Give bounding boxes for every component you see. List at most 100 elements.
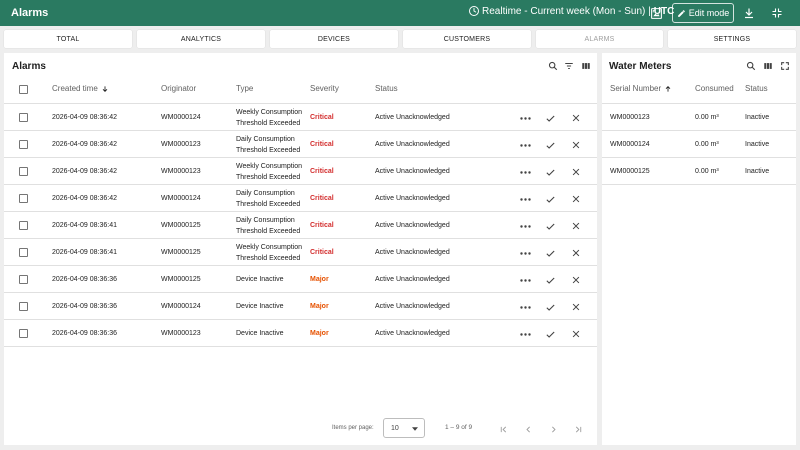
download-icon[interactable]	[741, 5, 757, 21]
first-page-icon[interactable]	[497, 423, 509, 435]
previous-page-icon[interactable]	[522, 423, 534, 435]
timewindow-label: Realtime - Current week (Mon - Sun) |	[482, 5, 651, 17]
clear-close-icon[interactable]	[569, 111, 583, 125]
row-checkbox[interactable]	[19, 167, 28, 176]
timewindow-selector[interactable]: Realtime - Current week (Mon - Sun) | UT…	[468, 5, 674, 17]
table-row[interactable]: WM0000124 0.00 m³ Inactive	[602, 131, 796, 158]
search-icon[interactable]	[745, 60, 757, 72]
water-meters-panel: Water Meters Serial Number Consumed Stat…	[602, 53, 796, 445]
cell-severity: Major	[310, 330, 329, 337]
table-row[interactable]: 2026-04-09 08:36:36 WM0000123 Device Inact…	[4, 320, 597, 347]
column-header-created-time[interactable]: Created time	[52, 84, 109, 93]
clear-close-icon[interactable]	[569, 246, 583, 260]
edit-mode-button[interactable]: Edit mode	[672, 3, 734, 23]
clear-close-icon[interactable]	[569, 219, 583, 233]
cell-status: Active Unacknowledged	[375, 168, 450, 175]
more-options-icon[interactable]	[518, 327, 532, 341]
filter-icon[interactable]	[563, 60, 575, 72]
table-row[interactable]: 2026-04-09 08:36:42 WM0000124 Daily Consum…	[4, 185, 597, 212]
column-label-created-time: Created time	[52, 84, 98, 93]
row-checkbox[interactable]	[19, 194, 28, 203]
tab-total[interactable]: TOTAL	[4, 30, 132, 48]
pagination-range: 1 – 9 of 9	[445, 424, 473, 431]
tab-devices[interactable]: DEVICES	[270, 30, 398, 48]
more-options-icon[interactable]	[518, 192, 532, 206]
acknowledge-check-icon[interactable]	[543, 273, 557, 287]
select-all-checkbox[interactable]	[19, 85, 28, 94]
acknowledge-check-icon[interactable]	[543, 165, 557, 179]
more-options-icon[interactable]	[518, 219, 532, 233]
cell-severity: Major	[310, 303, 329, 310]
cell-created-time: 2026-04-09 08:36:42	[52, 114, 117, 121]
more-options-icon[interactable]	[518, 273, 532, 287]
table-row[interactable]: 2026-04-09 08:36:42 WM0000123 Weekly Consu…	[4, 158, 597, 185]
clear-close-icon[interactable]	[569, 192, 583, 206]
more-options-icon[interactable]	[518, 165, 532, 179]
columns-icon[interactable]	[580, 60, 592, 72]
table-row[interactable]: 2026-04-09 08:36:36 WM0000124 Device Inact…	[4, 293, 597, 320]
row-checkbox[interactable]	[19, 248, 28, 257]
search-icon[interactable]	[547, 60, 559, 72]
table-row[interactable]: 2026-04-09 08:36:41 WM0000125 Daily Consum…	[4, 212, 597, 239]
column-header-type[interactable]: Type	[236, 84, 253, 93]
clear-close-icon[interactable]	[569, 138, 583, 152]
table-row[interactable]: 2026-04-09 08:36:42 WM0000124 Weekly Consu…	[4, 104, 597, 131]
next-page-icon[interactable]	[547, 423, 559, 435]
clear-close-icon[interactable]	[569, 300, 583, 314]
cell-status: Inactive	[745, 114, 770, 121]
clear-close-icon[interactable]	[569, 165, 583, 179]
cell-originator: WM0000123	[161, 330, 201, 337]
table-row[interactable]: 2026-04-09 08:36:36 WM0000125 Device Inact…	[4, 266, 597, 293]
acknowledge-check-icon[interactable]	[543, 219, 557, 233]
cell-status: Active Unacknowledged	[375, 195, 450, 202]
cell-originator: WM0000123	[161, 141, 201, 148]
more-options-icon[interactable]	[518, 300, 532, 314]
clear-close-icon[interactable]	[569, 327, 583, 341]
exit-fullscreen-icon[interactable]	[769, 5, 785, 21]
row-checkbox[interactable]	[19, 113, 28, 122]
table-row[interactable]: WM0000123 0.00 m³ Inactive	[602, 104, 796, 131]
column-header-severity[interactable]: Severity	[310, 84, 339, 93]
cell-originator: WM0000124	[161, 195, 201, 202]
acknowledge-check-icon[interactable]	[543, 300, 557, 314]
column-label-serial-number: Serial Number	[610, 84, 662, 93]
row-checkbox[interactable]	[19, 140, 28, 149]
cell-created-time: 2026-04-09 08:36:36	[52, 276, 117, 283]
row-checkbox[interactable]	[19, 275, 28, 284]
cell-created-time: 2026-04-09 08:36:41	[52, 249, 117, 256]
more-options-icon[interactable]	[518, 138, 532, 152]
acknowledge-check-icon[interactable]	[543, 246, 557, 260]
acknowledge-check-icon[interactable]	[543, 138, 557, 152]
tab-analytics[interactable]: ANALYTICS	[137, 30, 265, 48]
column-header-serial-number[interactable]: Serial Number	[610, 84, 672, 93]
image-export-icon[interactable]	[648, 5, 664, 21]
tab-customers[interactable]: CUSTOMERS	[403, 30, 531, 48]
column-header-status[interactable]: Status	[745, 84, 768, 93]
columns-icon[interactable]	[762, 60, 774, 72]
column-header-status[interactable]: Status	[375, 84, 398, 93]
cell-created-time: 2026-04-09 08:36:42	[52, 168, 117, 175]
cell-severity: Critical	[310, 141, 334, 148]
tab-settings[interactable]: SETTINGS	[668, 30, 796, 48]
table-row[interactable]: WM0000125 0.00 m³ Inactive	[602, 158, 796, 185]
last-page-icon[interactable]	[572, 423, 584, 435]
cell-created-time: 2026-04-09 08:36:36	[52, 303, 117, 310]
cell-status: Active Unacknowledged	[375, 249, 450, 256]
more-options-icon[interactable]	[518, 246, 532, 260]
table-row[interactable]: 2026-04-09 08:36:41 WM0000125 Weekly Consu…	[4, 239, 597, 266]
row-checkbox[interactable]	[19, 221, 28, 230]
page-size-select[interactable]: 10	[383, 418, 425, 438]
clear-close-icon[interactable]	[569, 273, 583, 287]
fullscreen-icon[interactable]	[779, 60, 791, 72]
acknowledge-check-icon[interactable]	[543, 111, 557, 125]
table-row[interactable]: 2026-04-09 08:36:42 WM0000123 Daily Consum…	[4, 131, 597, 158]
tab-alarms[interactable]: ALARMS	[536, 30, 663, 48]
column-header-consumed[interactable]: Consumed	[695, 84, 734, 93]
cell-status: Inactive	[745, 168, 770, 175]
acknowledge-check-icon[interactable]	[543, 327, 557, 341]
more-options-icon[interactable]	[518, 111, 532, 125]
column-header-originator[interactable]: Originator	[161, 84, 196, 93]
acknowledge-check-icon[interactable]	[543, 192, 557, 206]
row-checkbox[interactable]	[19, 302, 28, 311]
row-checkbox[interactable]	[19, 329, 28, 338]
